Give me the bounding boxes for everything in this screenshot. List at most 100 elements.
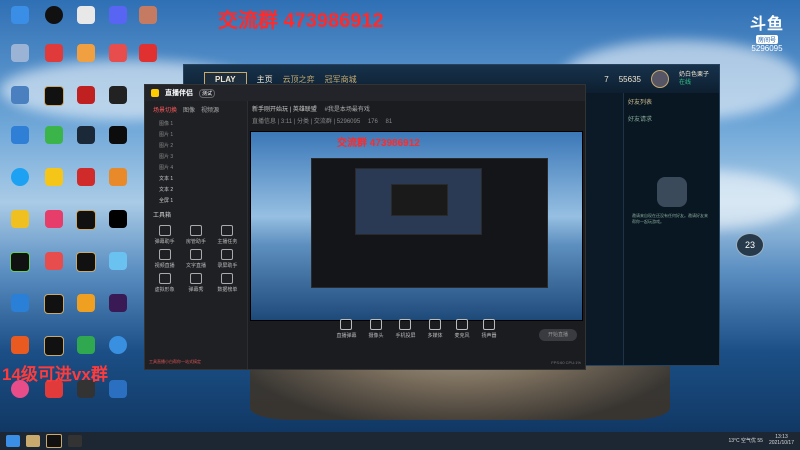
weather-readout[interactable]: 13°C 空气优 55 <box>728 437 763 444</box>
layer-item[interactable]: 文本 2 <box>145 184 247 195</box>
room-number: 5296095 <box>751 44 783 53</box>
version-badge: 测试 <box>199 88 216 98</box>
tool-rank[interactable]: 数据榜单 <box>212 273 243 293</box>
toolbox-title: 工具箱 <box>153 213 172 219</box>
tab-video[interactable]: 视频源 <box>201 105 219 114</box>
tool-task[interactable]: 主播任务 <box>212 225 243 245</box>
nav-tft[interactable]: 云顶之弈 <box>283 74 315 85</box>
tool-danmu[interactable]: 弹幕助手 <box>149 225 180 245</box>
nav-store[interactable]: 冠军商城 <box>325 74 357 85</box>
media-button[interactable]: 多媒体 <box>428 319 443 339</box>
video-icon <box>158 249 171 260</box>
task-icon <box>221 225 234 236</box>
streaming-app-window: 直播伴侣 测试 场景切换 图像 视频源 图像 1 图片 1 图片 2 图片 3 … <box>144 84 586 370</box>
taskbar-app-icon[interactable] <box>68 435 82 447</box>
tool-text[interactable]: 文字直播 <box>180 249 211 269</box>
layer-item[interactable]: 图片 2 <box>145 140 247 151</box>
friends-panel: 好友列表 好友请求 邀请来自现在还没有任何好友。邀请好友来帮你一起玩游戏。 <box>623 93 719 365</box>
desktop-icon[interactable] <box>4 6 36 38</box>
chat-icon <box>340 319 353 330</box>
desktop-icon[interactable] <box>38 294 70 326</box>
taskbar-app-icon[interactable] <box>46 434 62 448</box>
desktop-icon[interactable] <box>38 86 70 118</box>
fps-readout: FPS:60 CPU:1% <box>551 360 581 365</box>
layer-item[interactable]: 图片 1 <box>145 129 247 140</box>
desktop-icon[interactable] <box>132 44 164 76</box>
douyu-logo: 斗鱼 <box>749 16 784 33</box>
taskbar: 13°C 空气优 55 13:13 2021/10/17 <box>0 432 800 450</box>
desktop-icon[interactable] <box>38 252 70 284</box>
avatar[interactable] <box>650 70 669 88</box>
text-icon <box>189 249 202 260</box>
desktop-icon[interactable] <box>70 252 102 284</box>
desktop-icon[interactable] <box>102 126 134 158</box>
desktop-icon[interactable] <box>38 210 70 242</box>
desktop-icon[interactable] <box>102 210 134 242</box>
record-icon <box>221 249 234 260</box>
desktop-icon[interactable] <box>70 6 102 38</box>
desktop-icon[interactable] <box>4 252 36 284</box>
desktop-icon[interactable] <box>102 294 134 326</box>
desktop-icon[interactable] <box>4 86 36 118</box>
viewer-count: 176 <box>367 119 378 125</box>
phone-icon <box>399 319 412 330</box>
camera-button[interactable]: 摄像头 <box>368 319 383 339</box>
phone-cast-button[interactable]: 手机投屏 <box>395 319 416 339</box>
tool-video[interactable]: 视频直播 <box>149 249 180 269</box>
layer-item[interactable]: 文本 1 <box>145 173 247 184</box>
layer-item[interactable]: 图片 4 <box>145 162 247 173</box>
friend-requests[interactable]: 好友请求 <box>624 110 719 127</box>
danmu-button[interactable]: 直播弹幕 <box>336 319 356 339</box>
start-live-button[interactable]: 开始直播 <box>539 329 577 341</box>
tool-admin[interactable]: 房管助手 <box>180 225 211 245</box>
tool-show[interactable]: 弹幕秀 <box>180 273 211 293</box>
app-title-bar: 直播伴侣 测试 <box>145 85 585 101</box>
app-logo-icon <box>151 89 159 97</box>
nav-home[interactable]: 主页 <box>257 74 273 85</box>
desktop-icon[interactable] <box>4 294 36 326</box>
douyu-watermark: 斗鱼 房间号 5296095 <box>744 10 790 53</box>
desktop-icon[interactable] <box>4 210 36 242</box>
start-icon[interactable] <box>6 435 20 447</box>
rank-icon <box>221 273 234 284</box>
like-count: 81 <box>385 119 393 125</box>
desktop-icon[interactable] <box>38 44 70 76</box>
stream-title[interactable]: 新手刚开始玩 | 英雄联盟 <box>252 107 317 113</box>
desktop-icon[interactable] <box>70 126 102 158</box>
desktop-icon[interactable] <box>102 252 134 284</box>
taskbar-app-icon[interactable] <box>26 435 40 447</box>
speaker-icon <box>483 319 496 330</box>
desktop-icon[interactable] <box>38 6 70 38</box>
layer-item[interactable]: 图片 3 <box>145 151 247 162</box>
stream-tag: #我是本场最有戏 <box>324 107 370 113</box>
desktop-icon[interactable] <box>70 294 102 326</box>
nested-window-deep <box>391 184 448 216</box>
desktop-icon[interactable] <box>70 210 102 242</box>
desktop-icon[interactable] <box>4 44 36 76</box>
bottom-left-overlay: 14级可进vx群 <box>2 365 108 384</box>
tool-record[interactable]: 录屏助手 <box>212 249 243 269</box>
desktop-icon[interactable] <box>70 44 102 76</box>
desktop-icon[interactable] <box>38 126 70 158</box>
layer-item[interactable]: 全屏 1 <box>145 195 247 206</box>
desktop-icon[interactable] <box>102 86 134 118</box>
poro-icon <box>656 177 687 207</box>
desktop-icon[interactable] <box>38 168 70 200</box>
clock[interactable]: 13:13 2021/10/17 <box>769 434 794 446</box>
desktop-icon[interactable] <box>102 168 134 200</box>
speaker-button[interactable]: 扬声器 <box>482 319 497 339</box>
desktop-icon[interactable] <box>132 6 164 38</box>
desktop-icon[interactable] <box>70 86 102 118</box>
mic-button[interactable]: 麦克风 <box>455 319 470 339</box>
desktop-icon[interactable] <box>70 168 102 200</box>
user-icon <box>189 225 202 236</box>
desktop-icon[interactable] <box>102 6 134 38</box>
desktop-icon[interactable] <box>4 126 36 158</box>
tab-image[interactable]: 图像 <box>183 105 195 114</box>
tab-scene[interactable]: 场景切换 <box>153 105 177 114</box>
desktop-icon[interactable] <box>102 44 134 76</box>
stream-preview[interactable]: 交流群 473986912 <box>250 131 583 321</box>
tool-avatar[interactable]: 虚拟形象 <box>149 273 180 293</box>
layer-item[interactable]: 图像 1 <box>145 118 247 129</box>
desktop-icon[interactable] <box>4 168 36 200</box>
